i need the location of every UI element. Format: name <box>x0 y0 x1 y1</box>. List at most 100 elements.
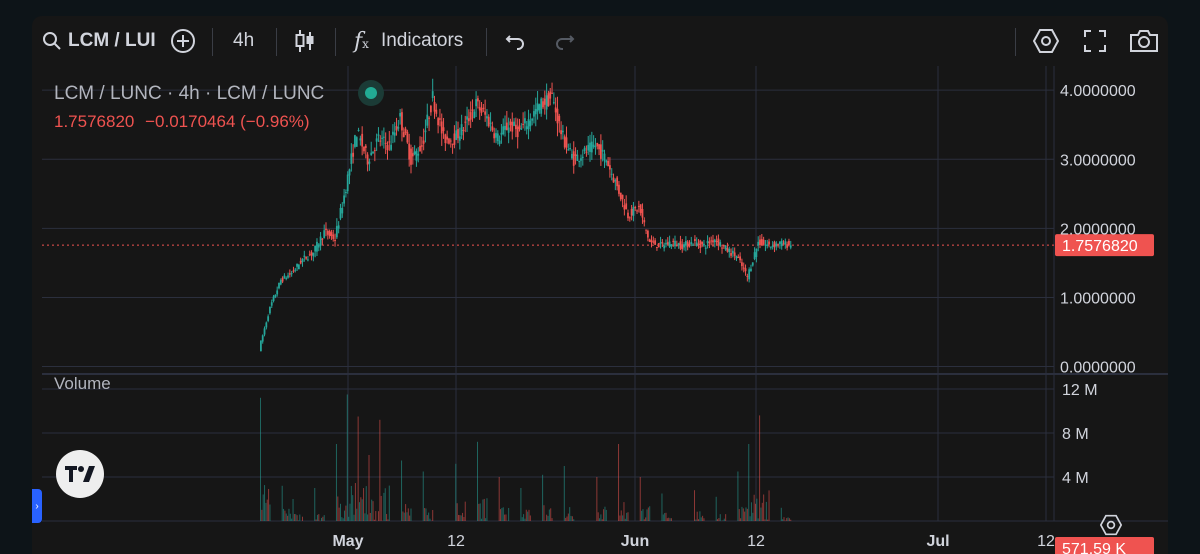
volume-bar <box>750 502 752 521</box>
time-tick-label: 12 <box>747 533 765 550</box>
candle-body <box>612 177 615 183</box>
volume-bar <box>266 499 268 521</box>
market-status-dot[interactable] <box>358 80 384 106</box>
candle-body <box>589 142 591 152</box>
candle-body <box>486 116 488 119</box>
axis-settings-button[interactable] <box>1100 514 1122 541</box>
volume-bar <box>645 517 647 521</box>
candle-body <box>560 130 562 135</box>
candle-body <box>769 246 772 248</box>
volume-bar <box>782 519 784 521</box>
symbol-search[interactable]: LCM / LUI <box>42 24 156 58</box>
volume-bar <box>547 515 549 521</box>
volume-bar <box>283 508 285 521</box>
compare-button[interactable] <box>170 24 196 58</box>
volume-bar <box>281 485 283 521</box>
candle-body <box>498 140 501 145</box>
candle-body <box>775 243 778 247</box>
candle-body <box>728 249 731 253</box>
candle-body <box>466 116 468 120</box>
volume-bar <box>744 511 746 521</box>
volume-bar <box>409 515 411 521</box>
volume-bar <box>786 518 788 521</box>
volume-bar <box>565 517 567 521</box>
volume-bar <box>260 397 261 521</box>
candle-body <box>704 247 707 249</box>
candle-body <box>260 340 262 352</box>
legend-values: 1.7576820 −0.0170464 (−0.96%) <box>54 112 310 132</box>
volume-legend: Volume <box>54 374 111 394</box>
settings-button[interactable] <box>1033 24 1059 58</box>
volume-bar <box>387 519 389 521</box>
volume-bar <box>622 515 624 521</box>
candle-body <box>646 230 649 238</box>
fullscreen-button[interactable] <box>1083 24 1107 58</box>
candle-body <box>661 242 664 244</box>
volume-bar <box>386 513 388 521</box>
candle-body <box>610 173 613 175</box>
chart-grid <box>42 66 1168 522</box>
candle-body <box>581 156 584 158</box>
candle-body <box>500 132 503 135</box>
candle-body <box>384 142 387 144</box>
indicators-button[interactable]: fx Indicators <box>354 24 463 58</box>
volume-bar <box>508 507 510 521</box>
redo-button[interactable] <box>552 24 576 58</box>
undo-button[interactable] <box>504 24 528 58</box>
candle-body <box>475 99 477 107</box>
chart-type-button[interactable] <box>294 24 316 58</box>
candle-body <box>592 144 595 147</box>
candle-body <box>675 244 678 247</box>
volume-bar <box>749 516 751 521</box>
candle-body <box>627 212 629 219</box>
candle-body <box>737 256 740 258</box>
volume-bar <box>700 517 702 521</box>
candle-body <box>668 241 671 247</box>
last-price-label: 1.7576820 <box>1062 238 1138 255</box>
interval-button[interactable]: 4h <box>233 24 254 58</box>
candle-body <box>370 152 373 156</box>
candle-body <box>520 128 523 130</box>
volume-bar <box>384 488 386 521</box>
volume-bar <box>388 485 390 521</box>
tradingview-logo[interactable] <box>56 450 104 498</box>
volume-bar <box>665 512 667 521</box>
candle-body <box>596 142 599 147</box>
candle-body <box>748 269 751 280</box>
volume-bar <box>314 488 316 521</box>
candle-body <box>717 238 720 246</box>
volume-bar <box>542 474 544 521</box>
legend-title-text: LCM / LUNC · 4h · LCM / LUNC <box>54 83 325 104</box>
candle-body <box>381 137 383 139</box>
candle-body <box>551 92 553 94</box>
candle-body <box>619 192 622 200</box>
candle-body <box>449 140 452 142</box>
candle-body <box>301 258 304 263</box>
candle-body <box>297 264 300 270</box>
volume-bar <box>383 492 385 521</box>
candle-body <box>482 107 485 109</box>
candle-body <box>276 290 279 295</box>
volume-bar <box>569 507 571 521</box>
snapshot-button[interactable] <box>1129 24 1159 58</box>
candle-body <box>373 150 376 152</box>
candle-body <box>442 127 445 132</box>
candle-body <box>666 242 669 245</box>
volume-bar <box>353 514 355 521</box>
volume-bar <box>481 518 483 521</box>
candle-body <box>567 149 570 151</box>
candle-body <box>599 144 602 159</box>
candle-body <box>674 240 676 247</box>
expand-panel-button[interactable]: › <box>32 489 42 523</box>
candle-body <box>625 203 628 210</box>
volume-bar <box>352 495 354 521</box>
candle-body <box>446 136 449 140</box>
volume-bar <box>462 512 464 521</box>
volume-bar <box>502 507 504 521</box>
candle-body <box>451 143 454 145</box>
chart-area[interactable]: 1.7576820 571.59 K 4.0000000 3.0000000 2.00… <box>32 66 1168 554</box>
volume-bar <box>528 509 530 521</box>
volume-bar <box>345 505 347 521</box>
candle-body <box>542 101 544 108</box>
volume-bar <box>753 494 755 521</box>
